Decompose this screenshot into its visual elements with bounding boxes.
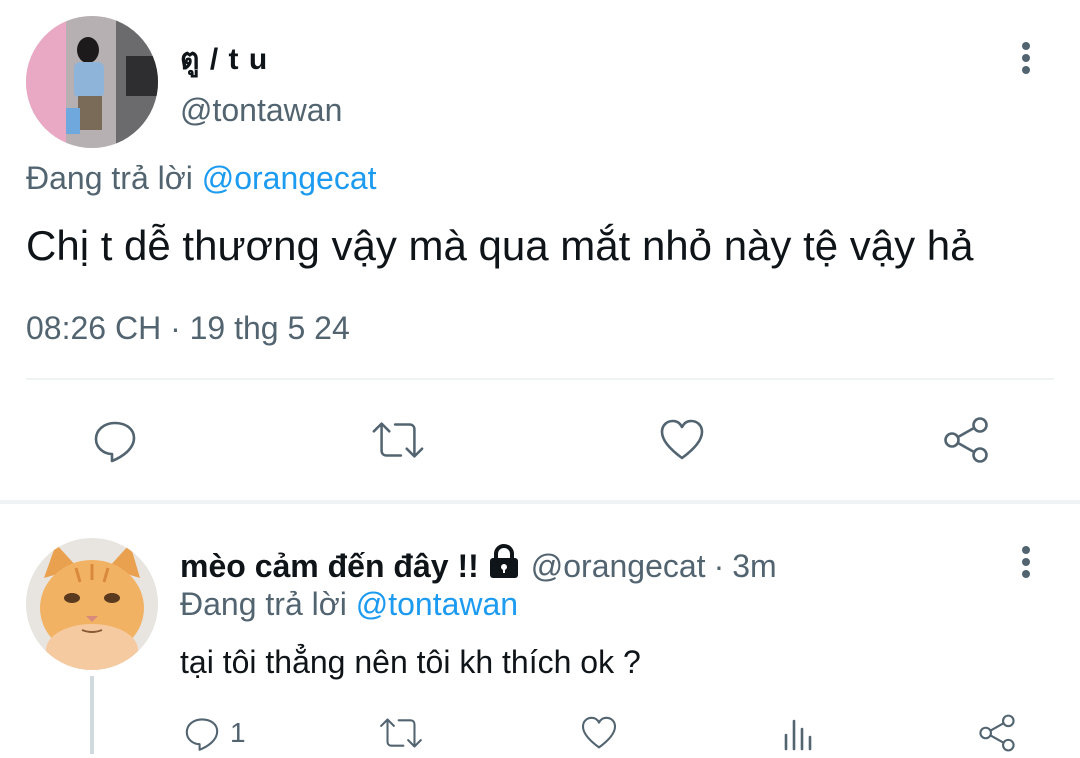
reply-retweet-button[interactable]: [378, 708, 424, 758]
share-icon: [979, 714, 1015, 752]
dot: [1022, 558, 1030, 566]
cat-avatar-image: [26, 538, 158, 670]
replying-to-mention[interactable]: @tontawan: [356, 586, 518, 622]
reply-avatar[interactable]: [26, 538, 158, 670]
reply-replying-to: Đang trả lời @tontawan: [180, 586, 518, 623]
dot: [1022, 66, 1030, 74]
thread-line: [90, 676, 94, 754]
dot: [1022, 570, 1030, 578]
avatar-image: [26, 16, 158, 148]
reply-like-button[interactable]: [578, 708, 620, 758]
replying-to-mention[interactable]: @orangecat: [202, 160, 377, 196]
reply-button[interactable]: [87, 412, 143, 468]
reply-count: 1: [230, 717, 246, 748]
reply-header: mèo cảm đến đây !! @orangecat · 3m: [180, 543, 777, 588]
reply-analytics-button[interactable]: [778, 708, 818, 758]
reply-handle[interactable]: @orangecat: [531, 548, 706, 585]
dot: [1022, 54, 1030, 62]
section-divider: [0, 500, 1080, 504]
separator: ·: [713, 547, 725, 584]
retweet-icon: [380, 718, 422, 748]
reply-text: tại tôi thẳng nên tôi kh thích ok ?: [180, 644, 641, 680]
divider: [26, 378, 1054, 380]
reply-icon: [185, 718, 219, 751]
share-button[interactable]: [938, 412, 994, 468]
replying-prefix: Đang trả lời: [26, 160, 193, 196]
replying-prefix: Đang trả lời: [180, 586, 347, 622]
dot: [1022, 42, 1030, 50]
lock-icon: [487, 543, 521, 588]
heart-icon: [660, 419, 704, 460]
reply-reply-button[interactable]: 1: [182, 708, 246, 758]
retweet-button[interactable]: [370, 412, 426, 468]
user-handle[interactable]: @tontawan: [180, 92, 342, 129]
like-button[interactable]: [654, 412, 710, 468]
reply-time[interactable]: 3m: [732, 548, 776, 585]
reply-more-options-icon[interactable]: [1020, 546, 1032, 578]
dot: [1022, 546, 1030, 554]
retweet-icon: [372, 422, 424, 458]
reply-share-button[interactable]: [976, 708, 1018, 758]
reply-icon: [94, 421, 136, 463]
replying-to: Đang trả lời @orangecat: [26, 160, 377, 197]
avatar[interactable]: [26, 16, 158, 148]
share-icon: [944, 417, 988, 463]
more-options-icon[interactable]: [1020, 42, 1032, 74]
heart-icon: [581, 716, 617, 749]
reply-display-name[interactable]: mèo cảm đến đây !!: [180, 548, 479, 585]
main-tweet: ตู / t u @tontawan Đang trả lời @orangec…: [0, 0, 1080, 500]
tweet-text: Chị t dễ thương vậy mà qua mắt nhỏ này t…: [26, 222, 974, 269]
tweet-timestamp[interactable]: 08:26 CH · 19 thg 5 24: [26, 310, 350, 347]
display-name[interactable]: ตู / t u: [180, 36, 268, 83]
analytics-icon: [784, 719, 812, 751]
